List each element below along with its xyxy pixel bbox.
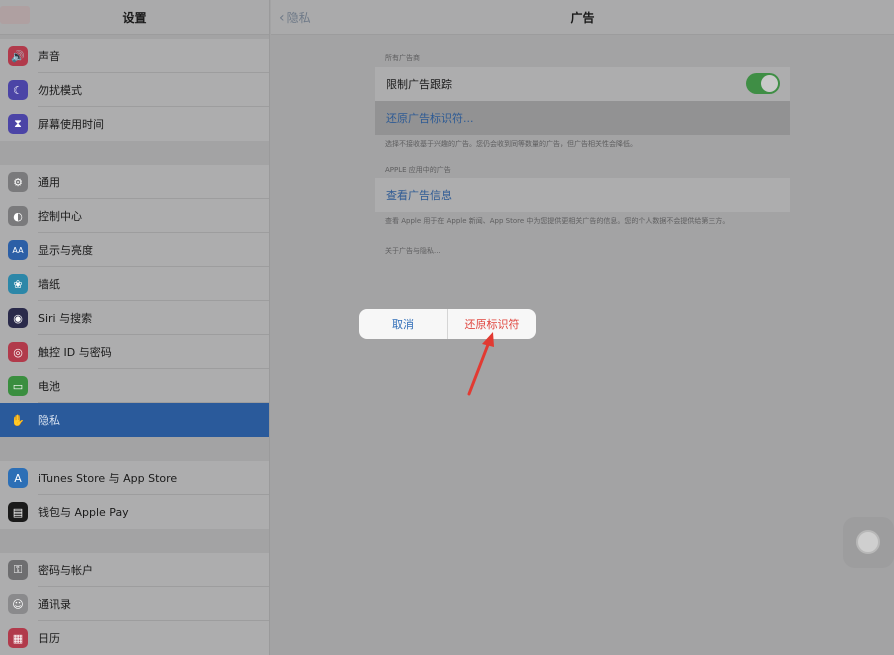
annotation-arrow-icon <box>467 332 494 396</box>
sidebar-item-icon: ▦ <box>8 628 28 648</box>
settings-sidebar: 设置 🔊 声音 ☾ 勿扰模式 ⧗ 屏幕使用时间 ⚙ 通用 ◐ 控制中心 AA 显示与亮度 ❀ 墙纸 ◉ Sir… <box>0 0 270 655</box>
sidebar-item[interactable]: ▤ 钱包与 Apple Pay <box>0 495 269 529</box>
sidebar-item-label: 电池 <box>38 380 60 393</box>
sidebar-item[interactable]: ⚿ 密码与帐户 <box>0 553 269 587</box>
sidebar-item-label: 密码与帐户 <box>38 564 93 577</box>
sidebar-item[interactable]: ▭ 电池 <box>0 369 269 403</box>
sidebar-item-icon: ❀ <box>8 274 28 294</box>
sidebar-item-label: iTunes Store 与 App Store <box>38 472 178 485</box>
sidebar-group: AiTunes Store 与 App Store ▤ 钱包与 Apple Pay <box>0 461 269 529</box>
sidebar-item[interactable]: ⚙ 通用 <box>0 165 269 199</box>
assistive-touch-icon <box>856 530 880 554</box>
sidebar-item-label: Siri 与搜索 <box>38 312 93 325</box>
sidebar-item[interactable]: AiTunes Store 与 App Store <box>0 461 269 495</box>
sidebar-item[interactable]: ✋ 隐私 <box>0 403 269 437</box>
sidebar-item-label: 屏幕使用时间 <box>38 118 104 131</box>
sidebar-item[interactable]: ⧗ 屏幕使用时间 <box>0 107 269 141</box>
sidebar-item-icon: ▭ <box>8 376 28 396</box>
limit-ad-tracking-row[interactable]: 限制广告跟踪 <box>375 67 790 101</box>
sidebar-item-icon: AA <box>8 240 28 260</box>
limit-ad-tracking-toggle[interactable] <box>746 73 780 94</box>
sidebar-item-label: 墙纸 <box>38 278 60 291</box>
view-ad-info-label: 查看广告信息 <box>386 189 452 202</box>
sidebar-item-label: 勿扰模式 <box>38 84 82 97</box>
sidebar-item[interactable]: 🔊 声音 <box>0 39 269 73</box>
sidebar-item[interactable]: ◉ Siri 与搜索 <box>0 301 269 335</box>
sidebar-item[interactable]: AA 显示与亮度 <box>0 233 269 267</box>
sidebar-item-icon: ⚙ <box>8 172 28 192</box>
sidebar-item-label: 钱包与 Apple Pay <box>38 506 129 519</box>
sidebar-item-icon: 🔊 <box>8 46 28 66</box>
sidebar-item-label: 显示与亮度 <box>38 244 93 257</box>
sidebar-item-label: 通讯录 <box>38 598 71 611</box>
sidebar-title: 设置 <box>122 11 147 25</box>
section-header-advertisers: 所有广告商 <box>385 54 420 62</box>
sidebar-item[interactable]: ◎ 触控 ID 与密码 <box>0 335 269 369</box>
apple-ads-card: 查看广告信息 <box>375 178 790 212</box>
sidebar-item-icon: ▤ <box>8 502 28 522</box>
sidebar-item[interactable]: ❀ 墙纸 <box>0 267 269 301</box>
sidebar-group-gap <box>0 437 269 461</box>
sidebar-groups: 🔊 声音 ☾ 勿扰模式 ⧗ 屏幕使用时间 ⚙ 通用 ◐ 控制中心 AA 显示与亮度 ❀ 墙纸 ◉ Siri 与… <box>0 35 269 655</box>
assistive-touch-button[interactable] <box>843 517 894 568</box>
limit-ad-tracking-label: 限制广告跟踪 <box>386 78 452 91</box>
sidebar-item[interactable]: ☾ 勿扰模式 <box>0 73 269 107</box>
sidebar-item-label: 日历 <box>38 632 60 645</box>
sidebar-item-label: 通用 <box>38 176 60 189</box>
sidebar-group-gap <box>0 141 269 165</box>
limit-tracking-footnote: 选择不接收基于兴趣的广告。您仍会收到同等数量的广告，但广告相关性会降低。 <box>385 140 637 148</box>
sidebar-item-icon: ☾ <box>8 80 28 100</box>
sidebar-item-icon: ⧗ <box>8 114 28 134</box>
sidebar-item-label: 隐私 <box>38 414 60 427</box>
sidebar-group: ⚙ 通用 ◐ 控制中心 AA 显示与亮度 ❀ 墙纸 ◉ Siri 与搜索 ◎ 触控 ID 与密码 ▭ 电池… <box>0 165 269 437</box>
sidebar-item-icon: A <box>8 468 28 488</box>
reset-identifier-alert: 取消 还原标识符 <box>359 309 536 339</box>
reset-ad-identifier-label: 还原广告标识符... <box>386 112 474 125</box>
nav-bar: ‹ 隐私 广告 <box>271 0 894 35</box>
reset-ad-identifier-row[interactable]: 还原广告标识符... <box>375 101 790 135</box>
sidebar-item-icon: ⚿ <box>8 560 28 580</box>
sidebar-item-icon: ✋ <box>8 410 28 430</box>
ad-tracking-card: 限制广告跟踪 还原广告标识符... <box>375 67 790 135</box>
sidebar-item-label: 控制中心 <box>38 210 82 223</box>
sidebar-item-icon: ◐ <box>8 206 28 226</box>
sidebar-item-label: 触控 ID 与密码 <box>38 346 112 359</box>
sidebar-item-icon: ◉ <box>8 308 28 328</box>
sidebar-item-label: 声音 <box>38 50 60 63</box>
cancel-button[interactable]: 取消 <box>359 309 448 339</box>
apple-ads-footnote: 查看 Apple 用于在 Apple 新闻、App Store 中为您提供更相关… <box>385 217 730 225</box>
sidebar-group-gap <box>0 529 269 553</box>
sidebar-group: 🔊 声音 ☾ 勿扰模式 ⧗ 屏幕使用时间 <box>0 39 269 141</box>
page-title: 广告 <box>570 11 595 25</box>
toggle-knob <box>761 75 778 92</box>
section-header-apple-ads: APPLE 应用中的广告 <box>385 166 451 174</box>
sidebar-item[interactable]: ☺ 通讯录 <box>0 587 269 621</box>
sidebar-item[interactable]: ▦ 日历 <box>0 621 269 655</box>
sidebar-header: 设置 <box>0 0 269 35</box>
sidebar-group: ⚿ 密码与帐户 ☺ 通讯录 ▦ 日历 <box>0 553 269 655</box>
about-ads-privacy-link[interactable]: 关于广告与隐私... <box>385 246 441 256</box>
view-ad-info-row[interactable]: 查看广告信息 <box>375 178 790 212</box>
sidebar-item-icon: ☺ <box>8 594 28 614</box>
sidebar-item[interactable]: ◐ 控制中心 <box>0 199 269 233</box>
sidebar-item-icon: ◎ <box>8 342 28 362</box>
